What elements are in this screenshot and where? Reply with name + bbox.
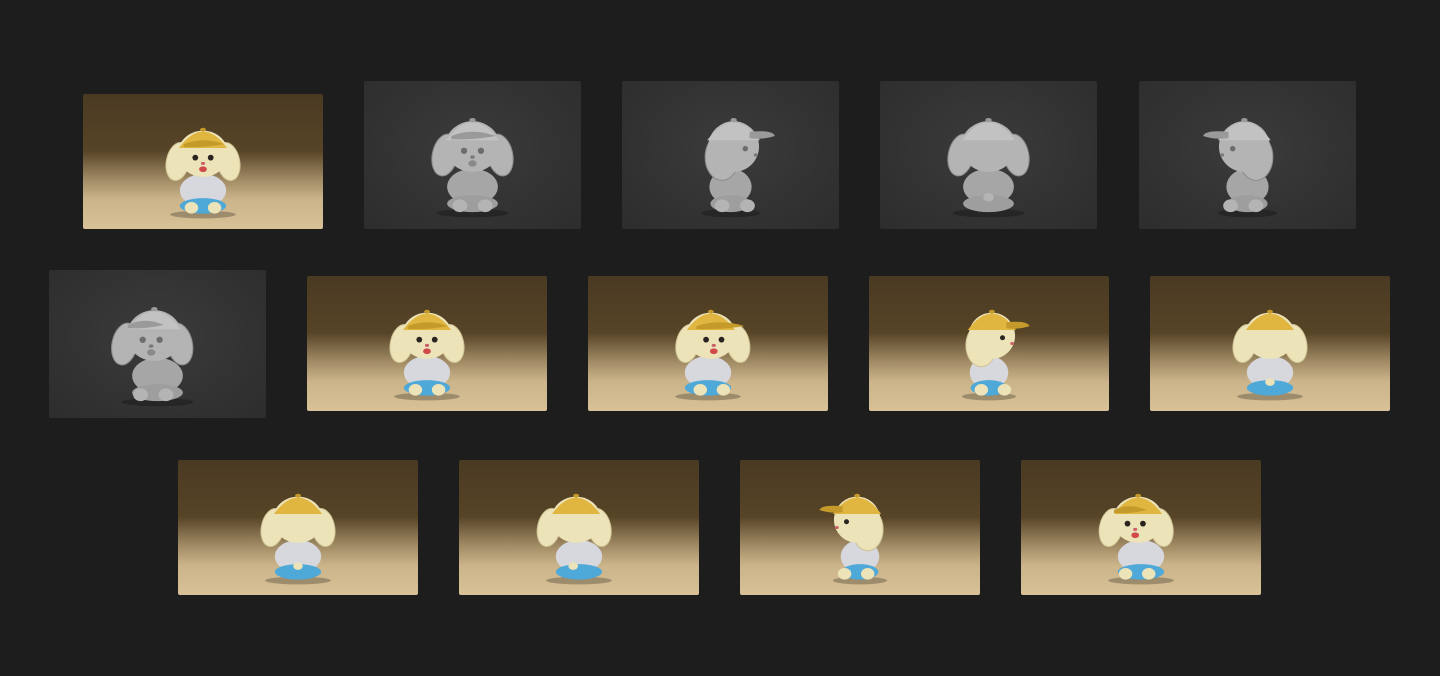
- character-back-three-quarter-render-icon: [1232, 309, 1308, 401]
- character-right-clay-icon: [700, 118, 775, 218]
- character-right-render-icon: [962, 309, 1030, 401]
- thumbnail-render-three-quarter-right[interactable]: [588, 276, 828, 411]
- character-front-render-icon: [389, 309, 465, 401]
- character-left-clay-icon: [1203, 118, 1278, 218]
- thumbnail-clay-left-side[interactable]: [1139, 81, 1356, 229]
- thumbnail-clay-right-side[interactable]: [622, 81, 839, 229]
- character-three-quarter-right-render-icon: [675, 309, 751, 401]
- thumbnail-clay-three-quarter-left[interactable]: [49, 270, 266, 418]
- thumbnail-clay-front[interactable]: [364, 81, 581, 229]
- thumbnail-render-right-side[interactable]: [869, 276, 1109, 411]
- thumbnail-render-back-three-quarter-left[interactable]: [459, 460, 699, 595]
- thumbnail-render-back[interactable]: [178, 460, 418, 595]
- thumbnail-render-back-three-quarter[interactable]: [1150, 276, 1390, 411]
- thumbnail-clay-back[interactable]: [880, 81, 1097, 229]
- character-back-clay-icon: [947, 118, 1030, 218]
- thumbnail-render-front[interactable]: [307, 276, 547, 411]
- character-three-quarter-left-render-icon: [1098, 493, 1174, 585]
- thumbnail-render-left-side[interactable]: [740, 460, 980, 595]
- character-front-render-icon: [165, 127, 241, 219]
- thumbnail-render-front[interactable]: [83, 94, 323, 229]
- character-left-render-icon: [819, 493, 887, 585]
- character-three-quarter-clay-icon: [111, 307, 194, 407]
- thumbnail-render-three-quarter-left[interactable]: [1021, 460, 1261, 595]
- character-back-left-render-icon: [536, 493, 612, 585]
- character-front-clay-icon: [431, 118, 514, 218]
- character-back-render-icon: [260, 493, 336, 585]
